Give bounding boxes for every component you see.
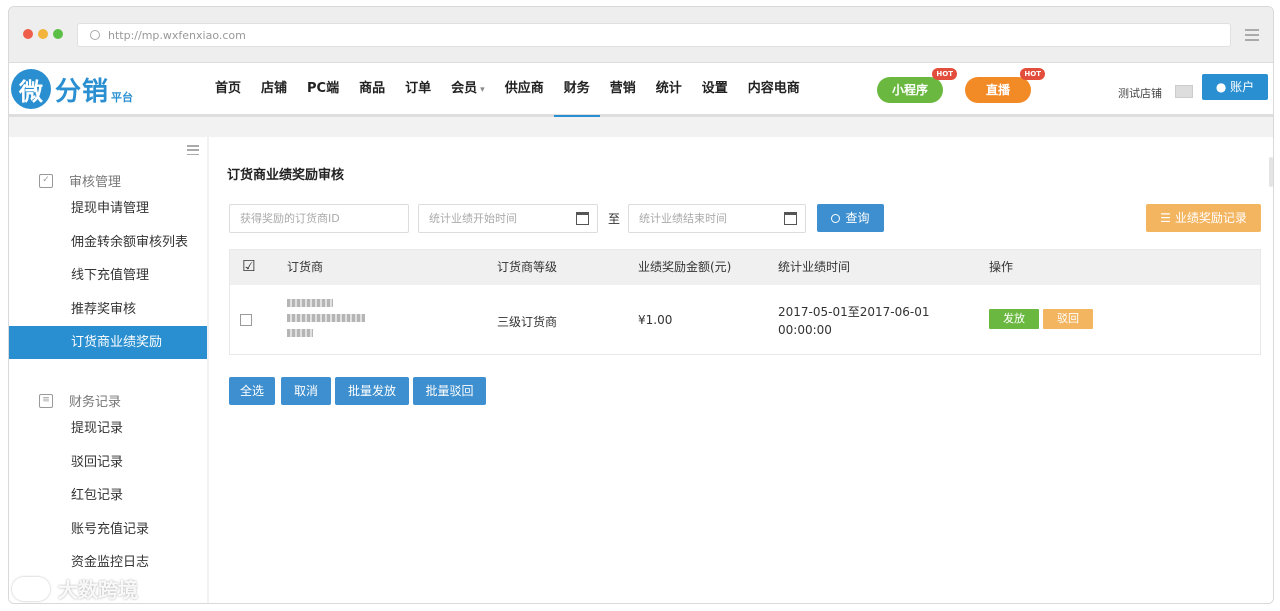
shop-name[interactable]: 测试店铺 xyxy=(1118,85,1162,101)
sidebar-item-account-recharge[interactable]: 账号充值记录 xyxy=(9,513,207,546)
brand-logo[interactable]: 微 分销 平台 xyxy=(11,69,133,109)
nav-orders[interactable]: 订单 xyxy=(395,63,441,117)
top-navigation: 微 分销 平台 首页 店铺 PC端 商品 订单 会员 ▾ 供应商 财务 营销 统计… xyxy=(9,63,1273,117)
page-title: 订货商业绩奖励审核 xyxy=(227,168,345,183)
issue-button[interactable]: 发放 xyxy=(989,309,1039,329)
nav-content-commerce[interactable]: 内容电商 xyxy=(738,63,810,117)
end-date-input[interactable]: 统计业绩结束时间 xyxy=(628,204,806,233)
row-checkbox[interactable] xyxy=(240,314,252,326)
nav-products[interactable]: 商品 xyxy=(349,63,395,117)
user-icon: ● xyxy=(1215,80,1231,94)
table-header: ☑ 订货商 订货商等级 业绩奖励金额(元) 统计业绩时间 操作 xyxy=(230,250,1260,285)
checklist-icon: ✓ xyxy=(39,173,53,188)
reward-amount: ¥1.00 xyxy=(638,313,673,327)
minimize-window-dot[interactable] xyxy=(38,29,48,39)
mini-program-button[interactable]: 小程序 HOT xyxy=(877,68,957,103)
sidebar-item-withdraw-requests[interactable]: 提现申请管理 xyxy=(9,192,207,225)
main-content: 订货商业绩奖励审核 获得奖励的订货商ID 统计业绩开始时间 至 统计业绩结束时间… xyxy=(209,137,1273,603)
main-menu: 首页 店铺 PC端 商品 订单 会员 ▾ 供应商 财务 营销 统计 设置 内容电商 xyxy=(205,63,810,117)
cancel-button[interactable]: 取消 xyxy=(281,377,331,405)
select-all-checkbox[interactable]: ☑ xyxy=(242,258,255,274)
col-period: 统计业绩时间 xyxy=(778,260,851,274)
browser-window: http://mp.wxfenxiao.com 微 分销 平台 首页 店铺 PC… xyxy=(8,6,1274,604)
hot-badge: HOT xyxy=(932,68,957,80)
mail-icon[interactable] xyxy=(1175,85,1193,98)
reload-icon[interactable] xyxy=(90,30,100,40)
stat-period: 2017-05-01至2017-06-01 00:00:00 xyxy=(778,305,930,337)
sidebar-item-distributor-rewards[interactable]: 订货商业绩奖励 xyxy=(9,326,207,359)
sidebar-item-referral-review[interactable]: 推荐奖审核 xyxy=(9,293,207,326)
nav-suppliers[interactable]: 供应商 xyxy=(495,63,554,117)
browser-menu-icon[interactable] xyxy=(1245,29,1259,41)
nav-statistics[interactable]: 统计 xyxy=(646,63,692,117)
nav-members[interactable]: 会员 ▾ xyxy=(441,63,495,117)
col-distributor: 订货商 xyxy=(287,260,324,274)
sidebar-item-offline-recharge[interactable]: 线下充值管理 xyxy=(9,259,207,292)
distributor-id-input[interactable]: 获得奖励的订货商ID xyxy=(229,204,409,233)
nav-pc[interactable]: PC端 xyxy=(297,63,349,117)
bulk-reject-button[interactable]: 批量驳回 xyxy=(413,377,486,405)
sidebar-item-withdraw-records[interactable]: 提现记录 xyxy=(9,412,207,445)
browser-toolbar: http://mp.wxfenxiao.com xyxy=(9,7,1273,63)
distributor-info-redacted xyxy=(287,299,367,344)
start-date-input[interactable]: 统计业绩开始时间 xyxy=(418,204,598,233)
sidebar-item-red-packet-records[interactable]: 红包记录 xyxy=(9,479,207,512)
distributor-level: 三级订货商 xyxy=(497,315,558,329)
chevron-down-icon: ▾ xyxy=(480,85,485,95)
reject-button[interactable]: 驳回 xyxy=(1043,309,1093,329)
sidebar-item-reject-records[interactable]: 驳回记录 xyxy=(9,446,207,479)
scrollbar[interactable] xyxy=(1269,157,1273,187)
nav-store[interactable]: 店铺 xyxy=(251,63,297,117)
watermark: 大数跨境 xyxy=(12,574,138,603)
watermark-logo-icon xyxy=(12,576,50,601)
sidebar-group-review[interactable]: ✓ 审核管理 xyxy=(39,171,121,190)
list-icon: ☰ xyxy=(1160,211,1171,225)
bulk-issue-button[interactable]: 批量发放 xyxy=(335,377,409,405)
sidebar-collapse-icon[interactable] xyxy=(187,145,199,155)
sidebar: ✓ 审核管理 提现申请管理 佣金转余额审核列表 线下充值管理 推荐奖审核 订货商… xyxy=(9,137,207,603)
rewards-table: ☑ 订货商 订货商等级 业绩奖励金额(元) 统计业绩时间 操作 三级订货商 ¥1… xyxy=(229,249,1261,355)
nav-settings[interactable]: 设置 xyxy=(692,63,738,117)
nav-marketing[interactable]: 营销 xyxy=(600,63,646,117)
nav-home[interactable]: 首页 xyxy=(205,63,251,117)
maximize-window-dot[interactable] xyxy=(53,29,63,39)
account-button[interactable]: ● 账户 xyxy=(1202,74,1268,100)
window-controls xyxy=(23,29,63,39)
logo-subtitle: 平台 xyxy=(111,91,134,104)
search-icon xyxy=(831,214,841,223)
logo-name: 分销 xyxy=(55,76,110,107)
hot-badge: HOT xyxy=(1020,68,1045,80)
reward-records-button[interactable]: ☰ 业绩奖励记录 xyxy=(1146,204,1261,232)
col-amount: 业绩奖励金额(元) xyxy=(638,260,732,274)
col-level: 订货商等级 xyxy=(497,260,558,274)
calendar-icon[interactable] xyxy=(576,212,589,225)
col-actions: 操作 xyxy=(989,260,1014,274)
sidebar-item-commission-review[interactable]: 佣金转余额审核列表 xyxy=(9,226,207,259)
search-button[interactable]: 查询 xyxy=(817,204,884,232)
table-row: 三级订货商 ¥1.00 2017-05-01至2017-06-01 00:00:… xyxy=(230,285,1260,355)
address-bar[interactable]: http://mp.wxfenxiao.com xyxy=(77,23,1231,47)
url-text: http://mp.wxfenxiao.com xyxy=(108,28,246,42)
sidebar-group-records[interactable]: ≡ 财务记录 xyxy=(39,391,121,410)
ledger-icon: ≡ xyxy=(39,393,53,408)
select-all-button[interactable]: 全选 xyxy=(229,377,275,405)
calendar-icon[interactable] xyxy=(784,212,797,225)
nav-finance[interactable]: 财务 xyxy=(553,63,600,117)
live-button[interactable]: 直播 HOT xyxy=(965,68,1045,103)
date-range-separator: 至 xyxy=(608,212,621,226)
close-window-dot[interactable] xyxy=(23,29,33,39)
logo-mark: 微 xyxy=(11,69,51,109)
